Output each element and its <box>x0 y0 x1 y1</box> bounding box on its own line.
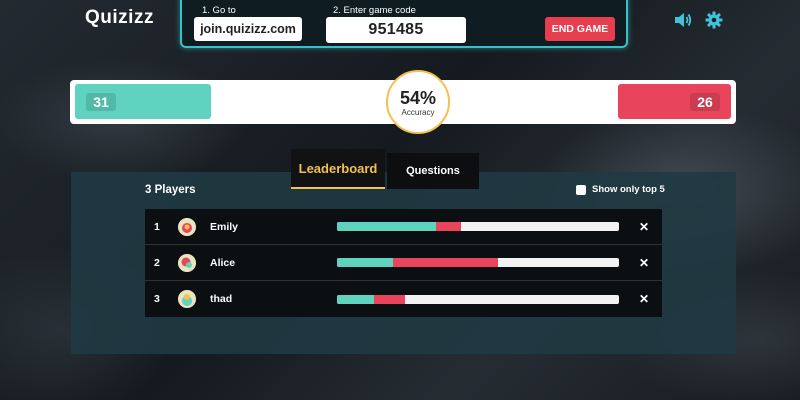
avatar <box>178 253 196 272</box>
quizizz-logo: Quizizz <box>85 7 154 28</box>
correct-fill <box>337 294 374 304</box>
player-name: Alice <box>210 256 236 269</box>
incorrect-fill <box>435 222 462 231</box>
show-top5-label: Show only top 5 <box>592 184 665 195</box>
game-code: 951485 <box>326 17 466 43</box>
step1-label: 1. Go to <box>202 5 236 16</box>
incorrect-fill <box>393 258 498 267</box>
join-url: join.quizizz.com <box>194 17 302 41</box>
accuracy-label: Accuracy <box>401 107 435 117</box>
remove-player-button[interactable]: ✕ <box>639 220 649 234</box>
leaderboard-panel: 3 Players Show only top 5 1 Emily ✕ 2 Al… <box>71 172 736 354</box>
score-bar <box>337 258 619 267</box>
step2-label: 2. Enter game code <box>333 5 416 16</box>
correct-count: 31 <box>86 93 116 111</box>
rank: 3 <box>154 293 160 305</box>
correct-block: 31 <box>75 84 211 119</box>
rank: 1 <box>154 220 160 233</box>
join-info-box: 1. Go to join.quizizz.com 2. Enter game … <box>180 0 628 48</box>
avatar <box>178 290 196 308</box>
incorrect-count: 26 <box>690 93 720 111</box>
score-bar <box>337 222 619 231</box>
tab-leaderboard[interactable]: Leaderboard <box>291 149 385 189</box>
score-bar <box>337 294 619 304</box>
player-name: thad <box>210 293 233 305</box>
table-row: 2 Alice ✕ <box>145 245 662 281</box>
avatar <box>178 217 196 236</box>
incorrect-fill <box>373 294 405 304</box>
player-name: Emily <box>210 220 239 233</box>
show-top5-checkbox[interactable] <box>576 184 586 195</box>
correct-fill <box>337 222 436 231</box>
remove-player-button[interactable]: ✕ <box>639 256 649 270</box>
table-row: 3 thad ✕ <box>145 281 662 317</box>
end-game-button[interactable]: END GAME <box>545 17 615 41</box>
players-count: 3 Players <box>145 184 196 196</box>
gear-icon[interactable] <box>704 10 724 30</box>
remove-player-button[interactable]: ✕ <box>639 292 649 306</box>
accuracy-value: 54% <box>399 87 437 108</box>
accuracy-badge: 54% Accuracy <box>386 70 450 134</box>
incorrect-block: 26 <box>618 84 731 119</box>
leaderboard-list: 1 Emily ✕ 2 Alice ✕ 3 thad ✕ <box>145 209 662 317</box>
table-row: 1 Emily ✕ <box>145 209 662 245</box>
speaker-icon[interactable] <box>673 10 693 30</box>
correct-fill <box>337 258 394 267</box>
tab-questions[interactable]: Questions <box>387 153 479 189</box>
show-top5-toggle[interactable]: Show only top 5 <box>576 184 665 195</box>
rank: 2 <box>154 256 160 269</box>
